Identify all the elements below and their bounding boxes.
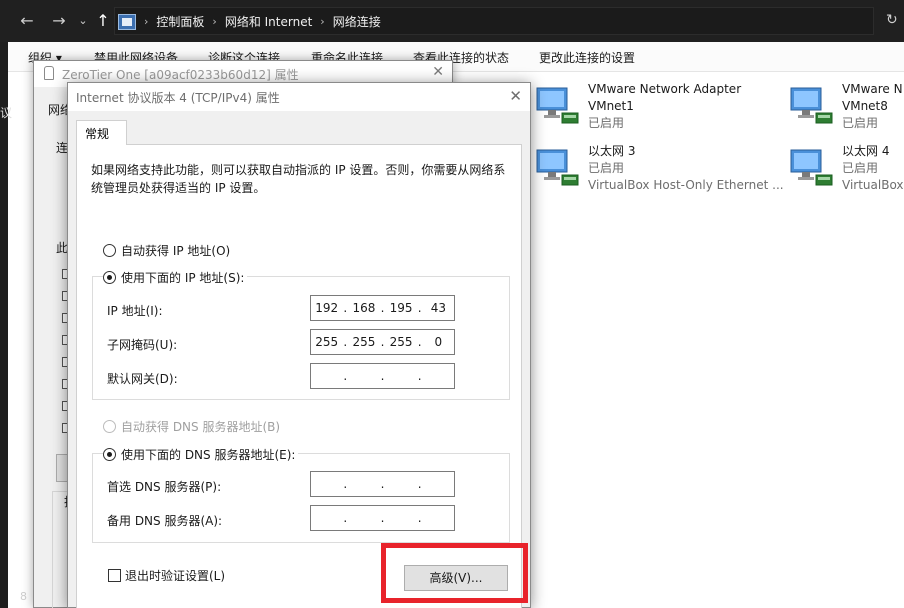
- zerotier-window-icon: [44, 66, 54, 80]
- adapter-vmnet8[interactable]: VMware N VMnet8 已启用: [790, 81, 904, 137]
- chevron-right-icon[interactable]: ›: [144, 15, 148, 28]
- close-icon[interactable]: ✕: [432, 64, 444, 80]
- manual-ip-option[interactable]: 使用下面的 IP 地址(S):: [103, 269, 248, 286]
- ip-address-input[interactable]: 192. 168. 195. 43: [310, 295, 455, 321]
- ipv4-properties-dialog: Internet 协议版本 4 (TCP/IPv4) 属性 ✕ 常规 如果网络支…: [67, 82, 531, 608]
- adapter-status: 已启用: [588, 116, 625, 130]
- dialog-title: Internet 协议版本 4 (TCP/IPv4) 属性: [76, 91, 280, 105]
- adapter-detail: VMnet8: [842, 99, 888, 113]
- dialog-titlebar: Internet 协议版本 4 (TCP/IPv4) 属性 ✕: [68, 83, 530, 111]
- adapter-detail: VirtualBox Host-Only Ethernet ...: [588, 178, 784, 192]
- highlight-box: [381, 543, 528, 603]
- chevron-right-icon[interactable]: ›: [212, 15, 216, 28]
- adapter-vmnet1[interactable]: VMware Network Adapter VMnet1 已启用: [536, 81, 776, 137]
- adapter-status: 已启用: [588, 161, 625, 175]
- manual-dns-radio[interactable]: [103, 448, 116, 461]
- manual-ip-radio[interactable]: [103, 271, 116, 284]
- tab-general-label: 常规: [85, 127, 110, 141]
- mask-octet-1[interactable]: 255: [311, 335, 342, 349]
- chevron-right-icon[interactable]: ›: [320, 15, 324, 28]
- zerotier-title: ZeroTier One [a09acf0233b60d12] 属性: [62, 68, 299, 82]
- auto-ip-option[interactable]: 自动获得 IP 地址(O): [103, 242, 234, 259]
- auto-ip-label: 自动获得 IP 地址(O): [121, 244, 231, 258]
- crumb-network-connections[interactable]: 网络连接: [333, 13, 381, 30]
- network-adapter-icon: [790, 87, 833, 124]
- network-adapter-icon: [536, 149, 579, 186]
- address-bar: ← → ⌄ ↑ › 控制面板 › 网络和 Internet › 网络连接 ↻: [0, 0, 904, 42]
- back-arrow-icon[interactable]: ←: [16, 12, 38, 30]
- crumb-network-internet[interactable]: 网络和 Internet: [225, 13, 312, 30]
- refresh-icon[interactable]: ↻: [886, 12, 898, 28]
- subnet-mask-input[interactable]: 255. 255. 255. 0: [310, 329, 455, 355]
- ip-octet-4[interactable]: 43: [423, 301, 454, 315]
- breadcrumb: › 控制面板 › 网络和 Internet › 网络连接: [118, 13, 381, 30]
- auto-dns-radio[interactable]: [103, 420, 116, 433]
- manual-ip-label: 使用下面的 IP 地址(S):: [121, 271, 245, 285]
- validate-on-exit-option[interactable]: 退出时验证设置(L): [108, 567, 225, 584]
- adapter-ethernet3[interactable]: 以太网 3 已启用 VirtualBox Host-Only Ethernet …: [536, 143, 786, 199]
- cmd-change-settings[interactable]: 更改此连接的设置: [539, 49, 635, 66]
- tab-general[interactable]: 常规: [76, 120, 127, 145]
- crumb-control-panel[interactable]: 控制面板: [156, 13, 204, 30]
- description-text: 如果网络支持此功能，则可以获取自动指派的 IP 设置。否则，你需要从网络系统管理…: [91, 163, 506, 195]
- adapter-detail: VirtualBox: [842, 178, 904, 192]
- left-edge-fragment: 议: [0, 106, 13, 120]
- mask-octet-4[interactable]: 0: [423, 335, 454, 349]
- validate-on-exit-checkbox[interactable]: [108, 569, 121, 582]
- alternate-dns-input[interactable]: . . .: [310, 505, 455, 531]
- auto-ip-radio[interactable]: [103, 244, 116, 257]
- adapter-name: VMware N: [842, 82, 903, 96]
- adapter-name: 以太网 3: [588, 144, 636, 158]
- control-panel-folder-icon: [118, 13, 136, 30]
- adapter-name: 以太网 4: [842, 144, 890, 158]
- network-adapter-icon: [536, 87, 579, 124]
- adapter-ethernet4[interactable]: 以太网 4 已启用 VirtualBox: [790, 143, 904, 199]
- forward-arrow-icon[interactable]: →: [48, 12, 70, 30]
- adapter-status: 已启用: [842, 116, 879, 130]
- default-gateway-label: 默认网关(D):: [107, 372, 178, 386]
- ip-octet-1[interactable]: 192: [311, 301, 342, 315]
- mask-octet-3[interactable]: 255: [385, 335, 416, 349]
- recent-dropdown-icon[interactable]: ⌄: [72, 12, 94, 30]
- general-tab-panel: 如果网络支持此功能，则可以获取自动指派的 IP 设置。否则，你需要从网络系统管理…: [76, 144, 522, 608]
- adapter-status: 已启用: [842, 161, 879, 175]
- validate-on-exit-label: 退出时验证设置(L): [125, 569, 226, 583]
- default-gateway-input[interactable]: . . .: [310, 363, 455, 389]
- mask-octet-2[interactable]: 255: [348, 335, 379, 349]
- adapter-detail: VMnet1: [588, 99, 634, 113]
- ip-address-label: IP 地址(I):: [107, 304, 163, 318]
- preferred-dns-input[interactable]: . . .: [310, 471, 455, 497]
- ip-octet-3[interactable]: 195: [385, 301, 416, 315]
- up-arrow-icon[interactable]: ↑: [92, 12, 114, 30]
- status-count-fragment: 8: [20, 590, 27, 603]
- preferred-dns-label: 首选 DNS 服务器(P):: [107, 480, 222, 494]
- adapter-name: VMware Network Adapter: [588, 82, 742, 96]
- network-adapter-icon: [790, 149, 833, 186]
- ip-octet-2[interactable]: 168: [348, 301, 379, 315]
- auto-dns-option[interactable]: 自动获得 DNS 服务器地址(B): [103, 418, 284, 435]
- manual-dns-label: 使用下面的 DNS 服务器地址(E):: [121, 448, 296, 462]
- alternate-dns-label: 备用 DNS 服务器(A):: [107, 514, 223, 528]
- auto-dns-label: 自动获得 DNS 服务器地址(B): [121, 420, 281, 434]
- close-icon[interactable]: ✕: [509, 87, 522, 105]
- manual-dns-option[interactable]: 使用下面的 DNS 服务器地址(E):: [103, 446, 299, 463]
- subnet-mask-label: 子网掩码(U):: [107, 338, 178, 352]
